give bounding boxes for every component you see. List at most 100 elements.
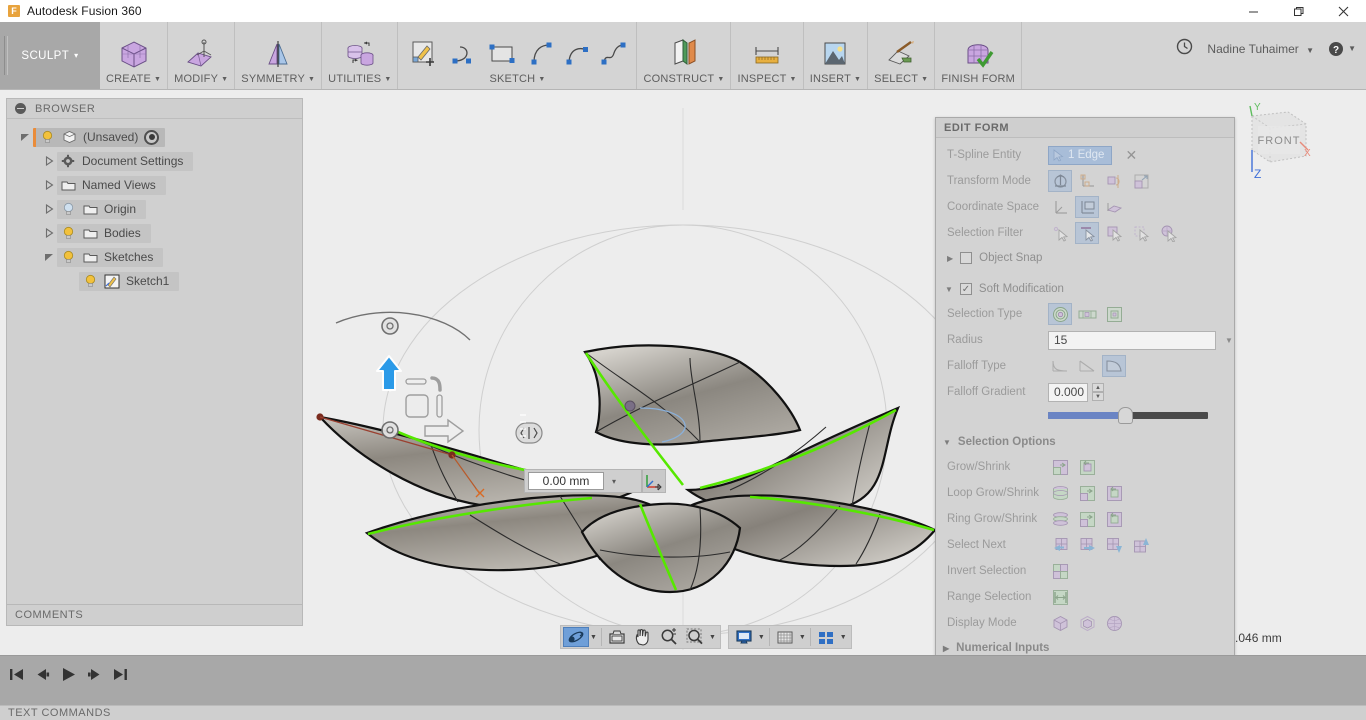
sketch-arc-icon[interactable] <box>524 35 558 73</box>
dimension-value-input[interactable]: 0.00 mm <box>528 472 604 490</box>
skip-start-icon[interactable] <box>8 666 25 688</box>
text-commands-bar[interactable]: TEXT COMMANDS <box>0 705 1366 720</box>
look-at-icon[interactable] <box>604 627 630 647</box>
coordinate-space-view-icon[interactable] <box>1075 196 1099 218</box>
falloff-type-linear-icon[interactable] <box>1075 355 1099 377</box>
close-button[interactable] <box>1321 0 1366 22</box>
lightbulb-icon[interactable] <box>57 250 79 264</box>
lightbulb-icon[interactable] <box>57 226 79 240</box>
falloff-type-concave-icon[interactable] <box>1048 355 1072 377</box>
ribbon-group-symmetry[interactable]: SYMMETRY ▼ <box>235 22 323 89</box>
loop-grow-icon[interactable] <box>1075 482 1099 504</box>
falloff-gradient-input[interactable]: 0.000 <box>1048 382 1088 402</box>
clock-icon[interactable] <box>1176 38 1193 60</box>
transform-mode-scale-icon[interactable] <box>1129 170 1153 192</box>
finish-form-icon[interactable] <box>958 35 998 73</box>
play-icon[interactable] <box>60 666 77 688</box>
chevron-down-icon[interactable]: ▼ <box>945 285 953 294</box>
monitor-icon[interactable] <box>731 627 757 647</box>
select-next-left-icon[interactable] <box>1048 534 1072 556</box>
select-next-up-icon[interactable] <box>1129 534 1153 556</box>
radio-active-document[interactable] <box>144 129 160 145</box>
chevron-down-icon[interactable]: ▼ <box>1225 336 1233 345</box>
tree-node-sketches[interactable]: Sketches <box>7 245 302 269</box>
chevron-right-icon[interactable]: ▶ <box>943 644 949 653</box>
tree-node-bodies[interactable]: Bodies <box>7 221 302 245</box>
orbit-icon[interactable] <box>563 627 589 647</box>
selection-filter-vertex-icon[interactable] <box>1048 222 1072 244</box>
ribbon-group-inspect[interactable]: INSPECT ▼ <box>731 22 804 89</box>
chevron-right-icon[interactable] <box>41 204 57 214</box>
ring-grow-icon[interactable] <box>1075 508 1099 530</box>
tree-node-origin[interactable]: Origin <box>7 197 302 221</box>
slider-knob[interactable] <box>1117 406 1133 424</box>
select-next-down-icon[interactable] <box>1102 534 1126 556</box>
user-account-menu[interactable]: Nadine Tuhaimer ▼ <box>1207 42 1314 56</box>
lightbulb-icon[interactable] <box>57 202 79 216</box>
symmetry-mirror-icon[interactable] <box>258 35 298 73</box>
chevron-right-icon[interactable] <box>41 180 57 190</box>
chevron-right-icon[interactable] <box>41 228 57 238</box>
loop-select-icon[interactable] <box>1048 482 1072 504</box>
chevron-down-icon[interactable]: ▼ <box>943 438 951 447</box>
insert-image-icon[interactable] <box>815 35 855 73</box>
ribbon-group-modify[interactable]: MODIFY ▼ <box>168 22 236 89</box>
ring-select-icon[interactable] <box>1048 508 1072 530</box>
dimension-value-box[interactable]: 0.00 mm ▾ <box>524 469 642 493</box>
display-mode-box-icon[interactable] <box>1048 612 1072 634</box>
select-arrow-icon[interactable] <box>881 35 921 73</box>
browser-panel-header[interactable]: BROWSER <box>7 99 302 119</box>
chevron-down-icon[interactable]: ▼ <box>799 634 806 641</box>
minimize-button[interactable] <box>1231 0 1276 22</box>
step-back-icon[interactable] <box>34 666 51 688</box>
sketch-fit-curve-icon[interactable] <box>596 35 630 73</box>
soft-modification-checkbox[interactable]: ✓ <box>959 283 972 295</box>
comments-panel-header[interactable]: COMMENTS <box>6 604 303 626</box>
invert-selection-icon[interactable] <box>1048 560 1072 582</box>
tree-node-named-views[interactable]: Named Views <box>7 173 302 197</box>
display-mode-control-frame-icon[interactable] <box>1075 612 1099 634</box>
ribbon-group-finish-form[interactable]: FINISH FORM <box>935 22 1023 89</box>
step-forward-icon[interactable] <box>86 666 103 688</box>
maximize-button[interactable] <box>1276 0 1321 22</box>
object-snap-checkbox[interactable] <box>960 252 973 264</box>
falloff-gradient-slider[interactable] <box>936 405 1234 425</box>
construct-plane-icon[interactable] <box>664 35 704 73</box>
lightbulb-icon[interactable] <box>79 274 101 288</box>
inspect-measure-icon[interactable] <box>747 35 787 73</box>
sketch-line-icon[interactable] <box>446 35 480 73</box>
ribbon-group-sketch[interactable]: SKETCH ▼ <box>398 22 638 89</box>
chevron-down-icon[interactable]: ▼ <box>758 634 765 641</box>
radius-input[interactable]: 15 <box>1048 330 1216 350</box>
tspline-entity-selection-chip[interactable]: 1 Edge <box>1048 145 1113 165</box>
lightbulb-icon[interactable] <box>36 130 58 144</box>
selection-filter-edge-icon[interactable] <box>1075 222 1099 244</box>
sketch-rectangle-icon[interactable] <box>482 35 522 73</box>
section-soft-modification[interactable]: ▼ ✓ Soft Modification <box>936 277 1234 301</box>
falloff-gradient-stepper[interactable]: ▲ ▼ <box>1092 383 1104 401</box>
chevron-down-icon[interactable]: ▼ <box>709 634 716 641</box>
selection-filter-body-icon[interactable] <box>1156 222 1180 244</box>
zoom-magnifier-icon[interactable] <box>656 627 682 647</box>
selection-filter-face-icon[interactable] <box>1102 222 1126 244</box>
create-box-icon[interactable] <box>114 35 154 73</box>
range-selection-icon[interactable] <box>1048 586 1072 608</box>
stepper-down-icon[interactable]: ▼ <box>1092 392 1104 401</box>
ribbon-group-construct[interactable]: CONSTRUCT ▼ <box>637 22 732 89</box>
ribbon-group-select[interactable]: SELECT ▼ <box>868 22 936 89</box>
chevron-right-icon[interactable]: ▶ <box>947 254 953 263</box>
chevron-down-icon[interactable]: ▼ <box>590 634 597 641</box>
expand-arrow-icon[interactable] <box>41 252 57 262</box>
tree-node-sketch1[interactable]: Sketch1 <box>7 269 302 293</box>
shrink-selection-icon[interactable] <box>1075 456 1099 478</box>
workspace-switcher[interactable]: SCULPT ▾ <box>0 22 100 89</box>
slider-track[interactable] <box>1048 406 1208 424</box>
skip-end-icon[interactable] <box>112 666 129 688</box>
selection-type-box-icon[interactable] <box>1102 303 1126 325</box>
coordinate-space-local-icon[interactable] <box>1102 196 1126 218</box>
help-menu[interactable]: ? ▼ <box>1328 41 1356 57</box>
loop-shrink-icon[interactable] <box>1102 482 1126 504</box>
selection-type-linear-icon[interactable] <box>1075 303 1099 325</box>
ribbon-group-utilities[interactable]: UTILITIES ▼ <box>322 22 399 89</box>
section-selection-options[interactable]: ▼ Selection Options <box>936 430 1234 454</box>
